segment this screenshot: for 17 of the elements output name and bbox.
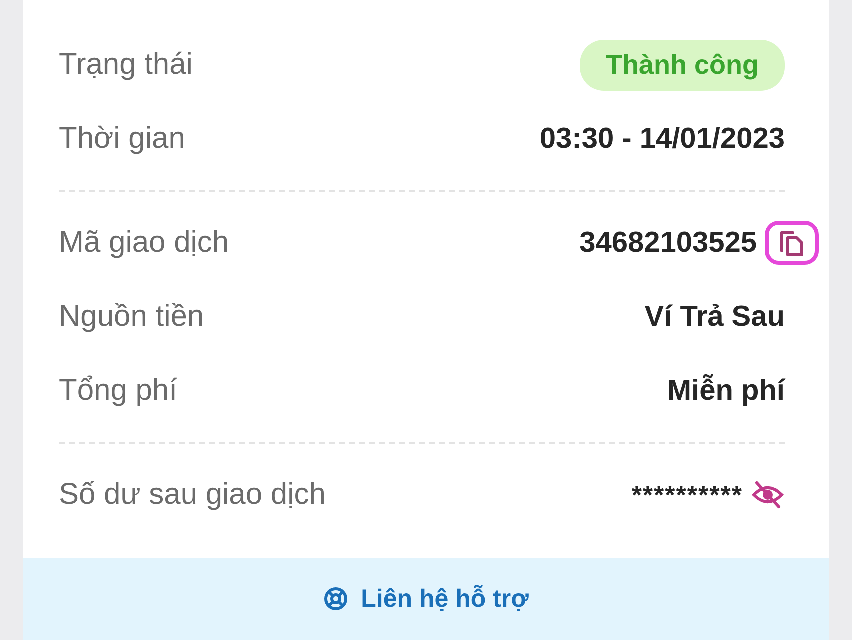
lifebuoy-icon xyxy=(323,586,350,612)
field-label: Tổng phí xyxy=(59,374,178,408)
hidden-balance: ********** xyxy=(632,480,743,510)
field-value: 03:30 - 14/01/2023 xyxy=(540,122,785,156)
field-label: Mã giao dịch xyxy=(59,226,230,260)
field-label: Nguồn tiền xyxy=(59,300,204,334)
eye-off-icon[interactable] xyxy=(751,481,785,509)
field-label: Số dư sau giao dịch xyxy=(59,478,326,512)
copy-icon xyxy=(779,229,805,257)
field-label: Thời gian xyxy=(59,122,186,156)
support-button[interactable]: Liên hệ hỗ trợ xyxy=(23,558,829,640)
field-value: Miễn phí xyxy=(667,374,785,408)
field-label: Trạng thái xyxy=(59,48,193,82)
field-value: Ví Trả Sau xyxy=(644,300,785,334)
copy-button[interactable] xyxy=(765,221,819,265)
status-badge: Thành công xyxy=(580,40,785,90)
field-value: 34682103525 xyxy=(580,226,757,260)
